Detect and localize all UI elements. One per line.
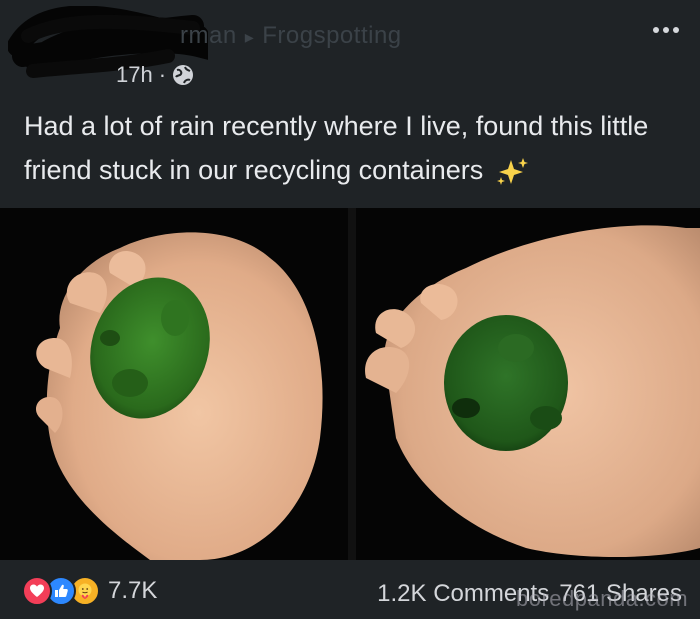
group-name[interactable]: Frogspotting [262,22,401,49]
dot-icon [663,27,669,33]
separator-arrow: ▸ [244,27,255,47]
post-time[interactable]: 17h [116,62,153,88]
photo-frog-left[interactable] [0,208,348,560]
author-name[interactable]: rman [180,22,237,49]
author-group-line[interactable]: rman ▸ Frogspotting [180,22,402,50]
heart-reaction-icon [22,576,52,606]
caption-text: Had a lot of rain recently where I live,… [24,111,649,185]
dot-icon [653,27,659,33]
sparkles-icon [496,157,528,185]
reactions-summary[interactable]: 7.7K [22,576,157,606]
watermark: boredpanda.com [516,586,689,611]
dot-icon [673,27,679,33]
globe-icon [173,65,194,85]
photo-frog-right[interactable] [356,208,700,560]
meta-dot: · [158,62,167,87]
post-card: rman ▸ Frogspotting 17h · Had a lot of rai… [0,0,700,619]
reaction-count: 7.7K [108,577,158,604]
photo-grid [0,208,700,560]
post-meta: 17h · [116,62,194,88]
more-options-button[interactable] [646,18,686,42]
post-header: rman ▸ Frogspotting 17h · [0,0,700,100]
post-caption: Had a lot of rain recently where I live,… [24,104,684,192]
